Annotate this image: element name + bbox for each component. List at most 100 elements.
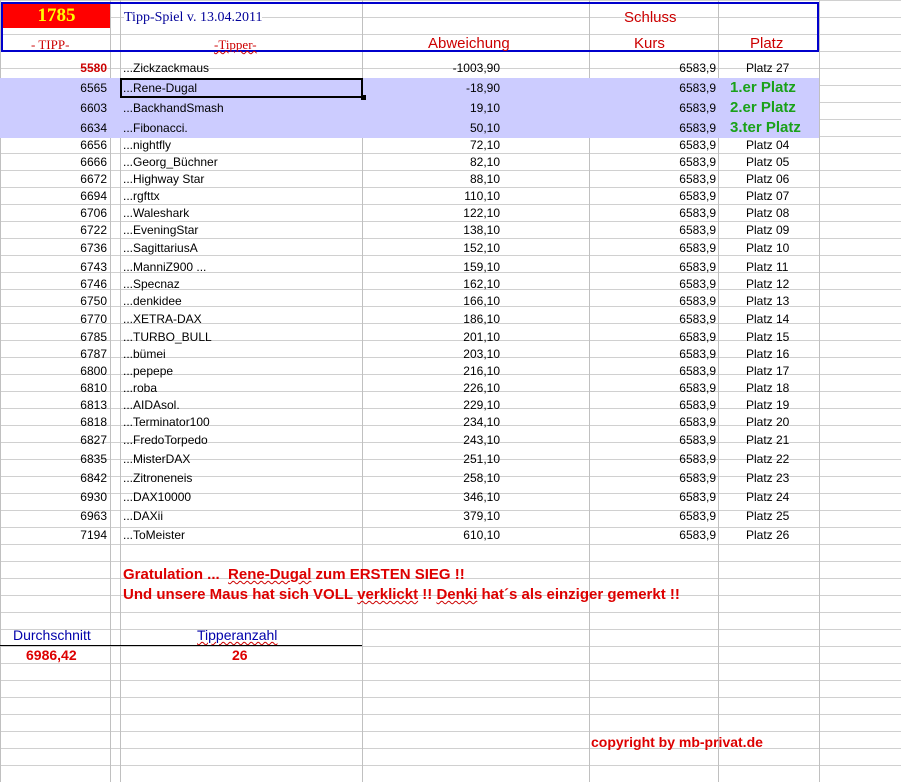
tipper-count-label[interactable]: Tipperanzahl xyxy=(197,627,277,644)
platz-cell[interactable]: Platz 13 xyxy=(746,293,789,310)
abweichung-cell[interactable]: 162,10 xyxy=(420,276,500,293)
platz-cell[interactable]: Platz 16 xyxy=(746,346,789,363)
kurs-cell[interactable]: 6583,9 xyxy=(630,239,716,258)
tipper-cell[interactable]: ...Zitroneneis xyxy=(123,469,192,488)
platz-cell[interactable]: Platz 10 xyxy=(746,239,789,258)
kurs-cell[interactable]: 6583,9 xyxy=(630,488,716,507)
platz-cell[interactable]: Platz 18 xyxy=(746,380,789,397)
platz-cell[interactable]: Platz 05 xyxy=(746,154,789,171)
kurs-cell[interactable]: 6583,9 xyxy=(630,188,716,205)
tipper-cell[interactable]: ...BackhandSmash xyxy=(123,98,224,118)
abweichung-cell[interactable]: 110,10 xyxy=(420,188,500,205)
tipp-cell[interactable]: 6666 xyxy=(0,154,107,171)
platz-cell[interactable]: Platz 08 xyxy=(746,205,789,222)
abweichung-cell[interactable]: 251,10 xyxy=(420,450,500,469)
tipper-cell[interactable]: ...FredoTorpedo xyxy=(123,431,208,450)
tipp-cell[interactable]: 6813 xyxy=(0,397,107,414)
tipper-cell[interactable]: ...Highway Star xyxy=(123,171,204,188)
fill-handle[interactable] xyxy=(361,95,366,100)
tipper-cell[interactable]: ...Specnaz xyxy=(123,276,180,293)
platz-cell[interactable]: Platz 26 xyxy=(746,526,789,544)
abweichung-cell[interactable]: 346,10 xyxy=(420,488,500,507)
kurs-cell[interactable]: 6583,9 xyxy=(630,397,716,414)
abweichung-cell[interactable]: 229,10 xyxy=(420,397,500,414)
kurs-cell[interactable]: 6583,9 xyxy=(630,222,716,239)
tipper-cell[interactable]: ...denkidee xyxy=(123,293,182,310)
tipp-cell[interactable]: 6842 xyxy=(0,469,107,488)
tipp-cell[interactable]: 6746 xyxy=(0,276,107,293)
tipper-cell[interactable]: ...ManniZ900 ... xyxy=(123,258,206,276)
tipp-cell[interactable]: 6565 xyxy=(0,78,107,98)
kurs-cell[interactable]: 6583,9 xyxy=(630,328,716,346)
tipper-cell[interactable]: ...DAXii xyxy=(123,507,163,526)
abweichung-cell[interactable]: 203,10 xyxy=(420,346,500,363)
header-abweichung[interactable]: Abweichung xyxy=(428,35,510,52)
kurs-cell[interactable]: 6583,9 xyxy=(630,414,716,431)
kurs-cell[interactable]: 6583,9 xyxy=(630,98,716,118)
abweichung-cell[interactable]: -18,90 xyxy=(420,78,500,98)
tipper-cell[interactable]: ...nightfly xyxy=(123,137,171,154)
tipper-cell[interactable]: ...XETRA-DAX xyxy=(123,310,202,328)
abweichung-cell[interactable]: 138,10 xyxy=(420,222,500,239)
platz-cell[interactable]: Platz 12 xyxy=(746,276,789,293)
platz-cell[interactable]: Platz 15 xyxy=(746,328,789,346)
kurs-cell[interactable]: 6583,9 xyxy=(630,171,716,188)
tipp-cell[interactable]: 6694 xyxy=(0,188,107,205)
abweichung-cell[interactable]: -1003,90 xyxy=(420,59,500,77)
tipp-cell[interactable]: 6930 xyxy=(0,488,107,507)
tipper-cell[interactable]: ...rgfttx xyxy=(123,188,160,205)
tipp-cell[interactable]: 7194 xyxy=(0,526,107,544)
tipper-cell[interactable]: ...DAX10000 xyxy=(123,488,191,507)
abweichung-cell[interactable]: 50,10 xyxy=(420,118,500,138)
platz-cell[interactable]: Platz 25 xyxy=(746,507,789,526)
platz-cell[interactable]: Platz 14 xyxy=(746,310,789,328)
active-cell-selection[interactable] xyxy=(120,78,363,98)
tipp-cell[interactable]: 6835 xyxy=(0,450,107,469)
platz-cell[interactable]: Platz 22 xyxy=(746,450,789,469)
kurs-cell[interactable]: 6583,9 xyxy=(630,380,716,397)
kurs-cell[interactable]: 6583,9 xyxy=(630,154,716,171)
tipp-cell[interactable]: 6736 xyxy=(0,239,107,258)
platz-cell[interactable]: 3.ter Platz xyxy=(730,118,801,138)
kurs-cell[interactable]: 6583,9 xyxy=(630,258,716,276)
kurs-cell[interactable]: 6583,9 xyxy=(630,363,716,380)
abweichung-cell[interactable]: 122,10 xyxy=(420,205,500,222)
abweichung-cell[interactable]: 243,10 xyxy=(420,431,500,450)
platz-cell[interactable]: 1.er Platz xyxy=(730,78,796,98)
platz-cell[interactable]: Platz 21 xyxy=(746,431,789,450)
tipp-cell[interactable]: 6672 xyxy=(0,171,107,188)
platz-cell[interactable]: Platz 20 xyxy=(746,414,789,431)
tipper-cell[interactable]: ...SagittariusA xyxy=(123,239,198,258)
tipp-cell[interactable]: 5580 xyxy=(0,59,107,77)
tipp-cell[interactable]: 6743 xyxy=(0,258,107,276)
tipper-cell[interactable]: ...roba xyxy=(123,380,157,397)
kurs-cell[interactable]: 6583,9 xyxy=(630,507,716,526)
abweichung-cell[interactable]: 166,10 xyxy=(420,293,500,310)
abweichung-cell[interactable]: 226,10 xyxy=(420,380,500,397)
abweichung-cell[interactable]: 19,10 xyxy=(420,98,500,118)
tipp-cell[interactable]: 6706 xyxy=(0,205,107,222)
platz-cell[interactable]: Platz 17 xyxy=(746,363,789,380)
platz-cell[interactable]: Platz 23 xyxy=(746,469,789,488)
header-kurs[interactable]: Kurs xyxy=(634,35,665,52)
kurs-cell[interactable]: 6583,9 xyxy=(630,526,716,544)
tipper-cell[interactable]: ...Waleshark xyxy=(123,205,189,222)
average-value[interactable]: 6986,42 xyxy=(26,647,77,664)
tipp-cell[interactable]: 6603 xyxy=(0,98,107,118)
kurs-cell[interactable]: 6583,9 xyxy=(630,59,716,77)
tipp-cell[interactable]: 6810 xyxy=(0,380,107,397)
kurs-cell[interactable]: 6583,9 xyxy=(630,137,716,154)
platz-cell[interactable]: Platz 11 xyxy=(746,258,788,276)
remark-line[interactable]: Und unsere Maus hat sich VOLL verklickt … xyxy=(123,586,680,603)
abweichung-cell[interactable]: 159,10 xyxy=(420,258,500,276)
abweichung-cell[interactable]: 258,10 xyxy=(420,469,500,488)
abweichung-cell[interactable]: 610,10 xyxy=(420,526,500,544)
tipp-cell[interactable]: 6800 xyxy=(0,363,107,380)
kurs-cell[interactable]: 6583,9 xyxy=(630,78,716,98)
platz-cell[interactable]: Platz 06 xyxy=(746,171,789,188)
tipper-cell[interactable]: ...Zickzackmaus xyxy=(123,59,209,77)
kurs-cell[interactable]: 6583,9 xyxy=(630,346,716,363)
platz-cell[interactable]: 2.er Platz xyxy=(730,98,796,118)
tipper-cell[interactable]: ...TURBO_BULL xyxy=(123,328,212,346)
kurs-cell[interactable]: 6583,9 xyxy=(630,431,716,450)
